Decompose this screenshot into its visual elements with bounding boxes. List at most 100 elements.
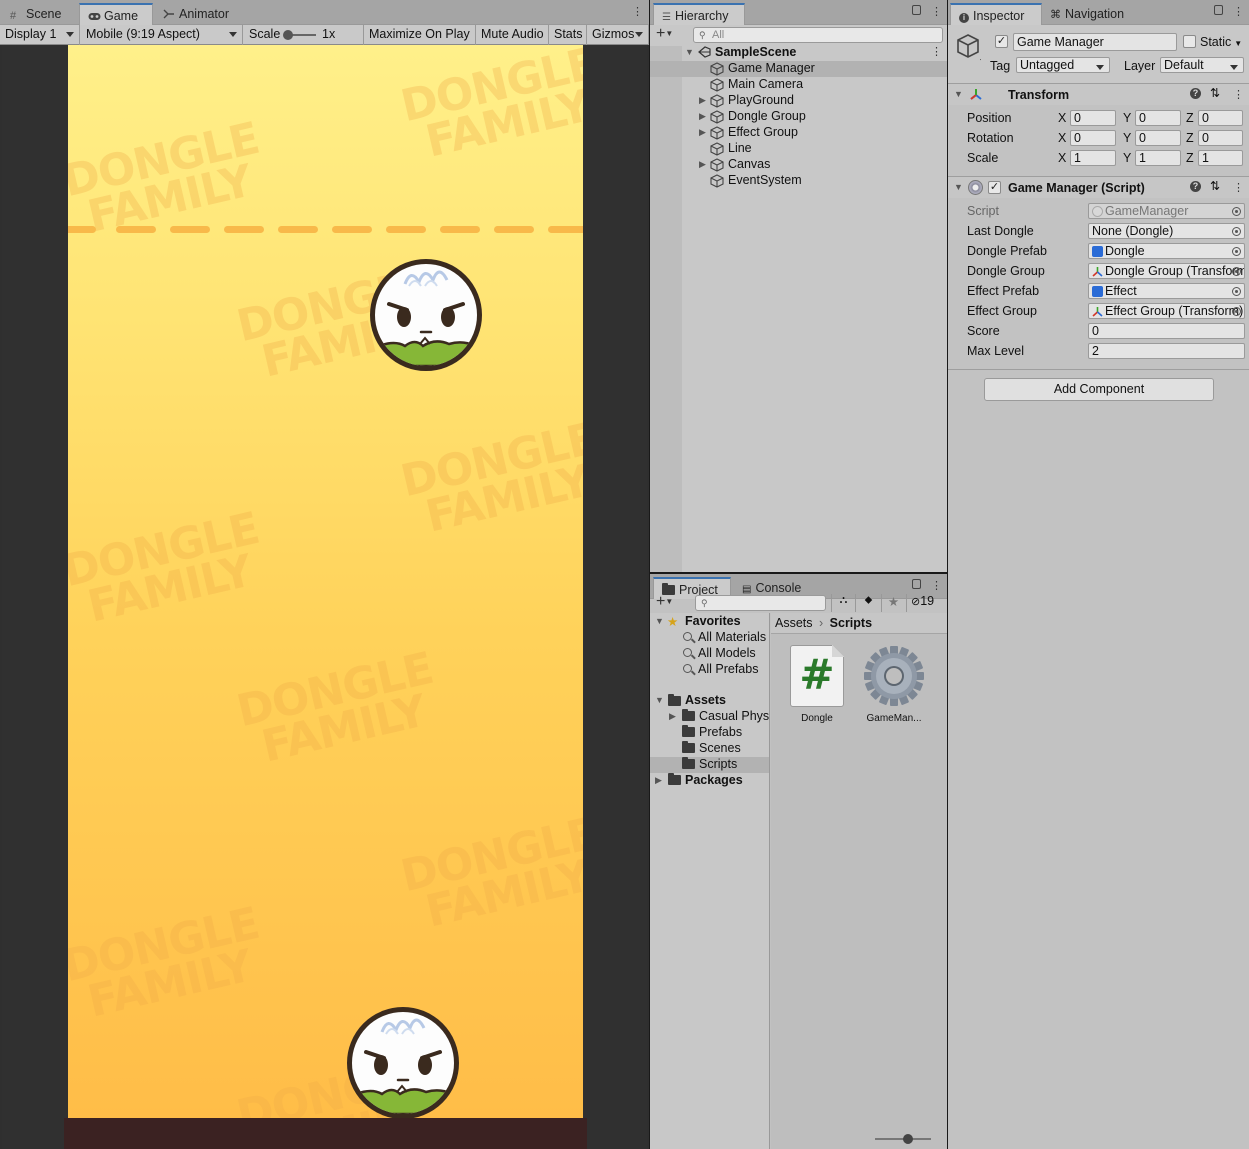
hierarchy-item[interactable]: Main Camera (650, 77, 947, 93)
hierarchy-item[interactable]: ▶ Canvas (650, 157, 947, 173)
static-checkbox[interactable] (1183, 35, 1196, 48)
favorite-item[interactable]: All Prefabs (650, 662, 769, 678)
tab-animator[interactable]: Animator (155, 3, 237, 25)
scale-slider[interactable] (283, 30, 316, 40)
breadcrumb-item[interactable]: Scripts (830, 616, 872, 630)
expand-arrow-icon[interactable]: ▶ (669, 711, 676, 722)
icon-size-slider-thumb[interactable] (903, 1134, 913, 1144)
object-field[interactable]: Dongle (1088, 243, 1245, 259)
object-picker-icon[interactable] (1232, 307, 1241, 316)
asset-folder-item[interactable]: Scenes (650, 741, 769, 757)
object-field[interactable]: Effect Group (Transform) (1088, 303, 1245, 319)
asset-folder-item[interactable]: Scripts (650, 757, 769, 773)
collapse-arrow-icon[interactable]: ▼ (655, 695, 664, 705)
hierarchy-item[interactable]: EventSystem (650, 173, 947, 189)
asset-folder-item[interactable]: ▶ Casual Phys (650, 709, 769, 725)
favorites-row[interactable]: ▼ ★ Favorites (650, 614, 769, 630)
tab-scene[interactable]: # Scene (2, 3, 69, 25)
object-field[interactable]: None (Dongle) (1088, 223, 1245, 239)
favorite-item[interactable]: All Materials (650, 630, 769, 646)
object-picker-icon[interactable] (1232, 287, 1241, 296)
packages-row[interactable]: ▶ Packages (650, 773, 769, 789)
object-picker-icon[interactable] (1232, 247, 1241, 256)
scale-slider-thumb[interactable] (283, 30, 293, 40)
object-field[interactable]: Dongle Group (Transform) (1088, 263, 1245, 279)
transform-header[interactable]: ▼ Transform ? ⇅ ⋮ (948, 83, 1249, 105)
gameobject-name-input[interactable]: Game Manager (1013, 33, 1177, 51)
expand-arrow-icon[interactable]: ▶ (699, 159, 706, 170)
object-picker-icon[interactable] (1232, 227, 1241, 236)
search-by-type-icon[interactable]: ⛬ (831, 594, 855, 612)
static-dropdown[interactable]: Static ▼ (1200, 35, 1242, 49)
collapse-arrow-icon[interactable]: ▼ (655, 616, 664, 626)
mute-audio-toggle[interactable]: Mute Audio (476, 25, 549, 45)
component-enabled-checkbox[interactable]: ✓ (988, 181, 1001, 194)
asset-item[interactable]: # Dongle (787, 645, 847, 724)
create-button[interactable]: +▼ (656, 593, 673, 611)
presets-icon[interactable]: ⇅ (1210, 179, 1220, 193)
game-canvas[interactable]: DONGLE FAMILY DONGLE FAMILY DONGLE FAMILY D… (68, 45, 583, 1118)
transform-y-field[interactable]: 1 (1135, 150, 1181, 166)
tab-inspector[interactable]: i Inspector (950, 3, 1042, 25)
object-picker-icon[interactable] (1232, 267, 1241, 276)
tag-dropdown[interactable]: Untagged (1016, 57, 1110, 73)
lock-icon[interactable] (912, 5, 921, 15)
collapse-arrow-icon[interactable]: ▼ (954, 89, 963, 99)
add-component-button[interactable]: Add Component (984, 378, 1214, 401)
transform-x-field[interactable]: 1 (1070, 150, 1116, 166)
assets-row[interactable]: ▼ Assets (650, 693, 769, 709)
collapse-arrow-icon[interactable]: ▼ (685, 47, 694, 57)
asset-item[interactable]: GameMan... (863, 645, 925, 724)
tab-game[interactable]: Game (79, 3, 153, 25)
help-icon[interactable]: ? (1190, 88, 1201, 99)
favorite-star-icon[interactable]: ★ (881, 594, 905, 612)
component-menu-icon[interactable]: ⋮ (1233, 88, 1244, 101)
transform-y-field[interactable]: 0 (1135, 110, 1181, 126)
maximize-on-play-toggle[interactable]: Maximize On Play (364, 25, 476, 45)
aspect-dropdown[interactable]: Mobile (9:19 Aspect) (81, 25, 243, 45)
transform-z-field[interactable]: 1 (1198, 150, 1243, 166)
game-menu-icon[interactable]: ⋮ (632, 5, 643, 18)
hierarchy-item[interactable]: Game Manager (650, 61, 947, 77)
hierarchy-item[interactable]: ▶ Dongle Group (650, 109, 947, 125)
component-menu-icon[interactable]: ⋮ (1233, 181, 1244, 194)
tab-navigation[interactable]: ⌘ Navigation (1042, 3, 1132, 25)
breadcrumb-item[interactable]: Assets (775, 616, 813, 630)
game-viewport[interactable]: DONGLE FAMILY DONGLE FAMILY DONGLE FAMILY D… (2, 45, 647, 1149)
asset-folder-item[interactable]: Prefabs (650, 725, 769, 741)
expand-arrow-icon[interactable]: ▶ (699, 95, 706, 106)
script-component-header[interactable]: ▼ ✓ Game Manager (Script) ? ⇅ ⋮ (948, 176, 1249, 198)
value-input[interactable]: 0 (1088, 323, 1245, 339)
help-icon[interactable]: ? (1190, 181, 1201, 192)
lock-icon[interactable] (1214, 5, 1223, 15)
object-field[interactable]: Effect (1088, 283, 1245, 299)
transform-z-field[interactable]: 0 (1198, 110, 1243, 126)
icon-size-slider[interactable] (875, 1134, 931, 1144)
transform-z-field[interactable]: 0 (1198, 130, 1243, 146)
transform-y-field[interactable]: 0 (1135, 130, 1181, 146)
project-menu-icon[interactable]: ⋮ (931, 579, 942, 592)
hierarchy-item[interactable]: ▶ PlayGround (650, 93, 947, 109)
hierarchy-item[interactable]: Line (650, 141, 947, 157)
scale-control[interactable]: Scale 1x (244, 25, 364, 45)
gizmos-dropdown[interactable]: Gizmos (587, 25, 649, 45)
stats-toggle[interactable]: Stats (549, 25, 587, 45)
object-picker-icon[interactable] (1232, 207, 1241, 216)
hierarchy-menu-icon[interactable]: ⋮ (931, 5, 942, 18)
active-checkbox[interactable]: ✓ (995, 35, 1008, 48)
expand-arrow-icon[interactable]: ▶ (699, 111, 706, 122)
lock-icon[interactable] (912, 579, 921, 589)
expand-arrow-icon[interactable]: ▶ (655, 775, 662, 786)
gameobject-cube-icon[interactable] (955, 33, 983, 66)
hierarchy-item[interactable]: ▶ Effect Group (650, 125, 947, 141)
favorite-item[interactable]: All Models (650, 646, 769, 662)
scene-menu-icon[interactable]: ⋮ (931, 45, 942, 58)
project-search-input[interactable]: ⚲ (695, 595, 826, 611)
tab-hierarchy[interactable]: ☰ Hierarchy (653, 3, 745, 25)
transform-x-field[interactable]: 0 (1070, 130, 1116, 146)
layer-dropdown[interactable]: Default (1160, 57, 1244, 73)
display-dropdown[interactable]: Display 1 (0, 25, 80, 45)
hidden-packages-toggle[interactable]: ⊘19 (906, 594, 947, 612)
presets-icon[interactable]: ⇅ (1210, 86, 1220, 100)
scene-row[interactable]: ▼ SampleScene ⋮ (650, 45, 947, 61)
